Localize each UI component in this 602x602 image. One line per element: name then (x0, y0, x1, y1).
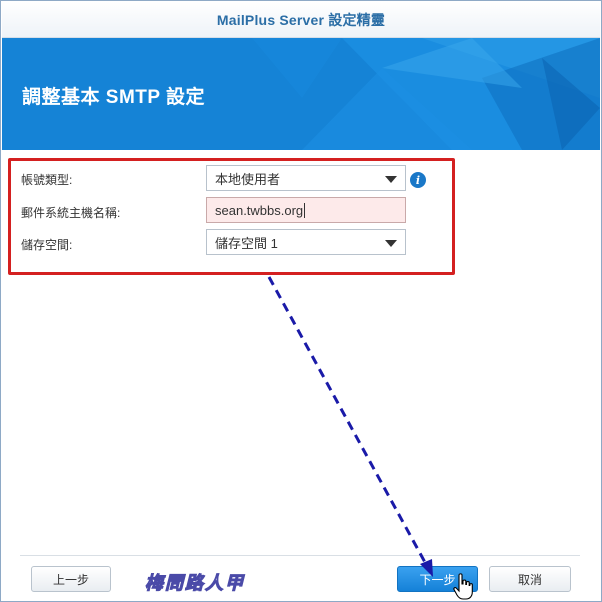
account-type-select[interactable]: 本地使用者 (206, 165, 406, 191)
watermark-text: 梅問路人甲 (145, 573, 245, 595)
cancel-button[interactable]: 取消 (489, 566, 571, 592)
page-heading: 調整基本 SMTP 設定 (22, 87, 205, 108)
storage-select[interactable]: 儲存空間 1 (206, 229, 406, 255)
account-type-label: 帳號類型: (21, 173, 73, 187)
footer-divider (20, 555, 580, 556)
window-title: MailPlus Server 設定精靈 (216, 11, 386, 28)
storage-value: 儲存空間 1 (215, 235, 278, 251)
hostname-input[interactable]: sean.twbbs.org (206, 197, 406, 223)
hand-cursor-icon (453, 573, 473, 600)
title-bar: MailPlus Server 設定精靈 (2, 2, 600, 38)
storage-label: 儲存空間: (21, 238, 73, 252)
chevron-down-icon (385, 176, 397, 183)
wizard-window: MailPlus Server 設定精靈 調整基本 SMTP 設定 帳號類型: … (0, 0, 602, 602)
hostname-label: 郵件系統主機名稱: (21, 206, 121, 220)
text-cursor (304, 202, 306, 218)
back-button[interactable]: 上一步 (31, 566, 111, 592)
chevron-down-icon (385, 240, 397, 247)
account-type-value: 本地使用者 (215, 171, 281, 187)
info-icon[interactable]: i (410, 172, 426, 188)
header-banner: 調整基本 SMTP 設定 (2, 38, 600, 150)
hostname-value: sean.twbbs.org (215, 202, 304, 218)
